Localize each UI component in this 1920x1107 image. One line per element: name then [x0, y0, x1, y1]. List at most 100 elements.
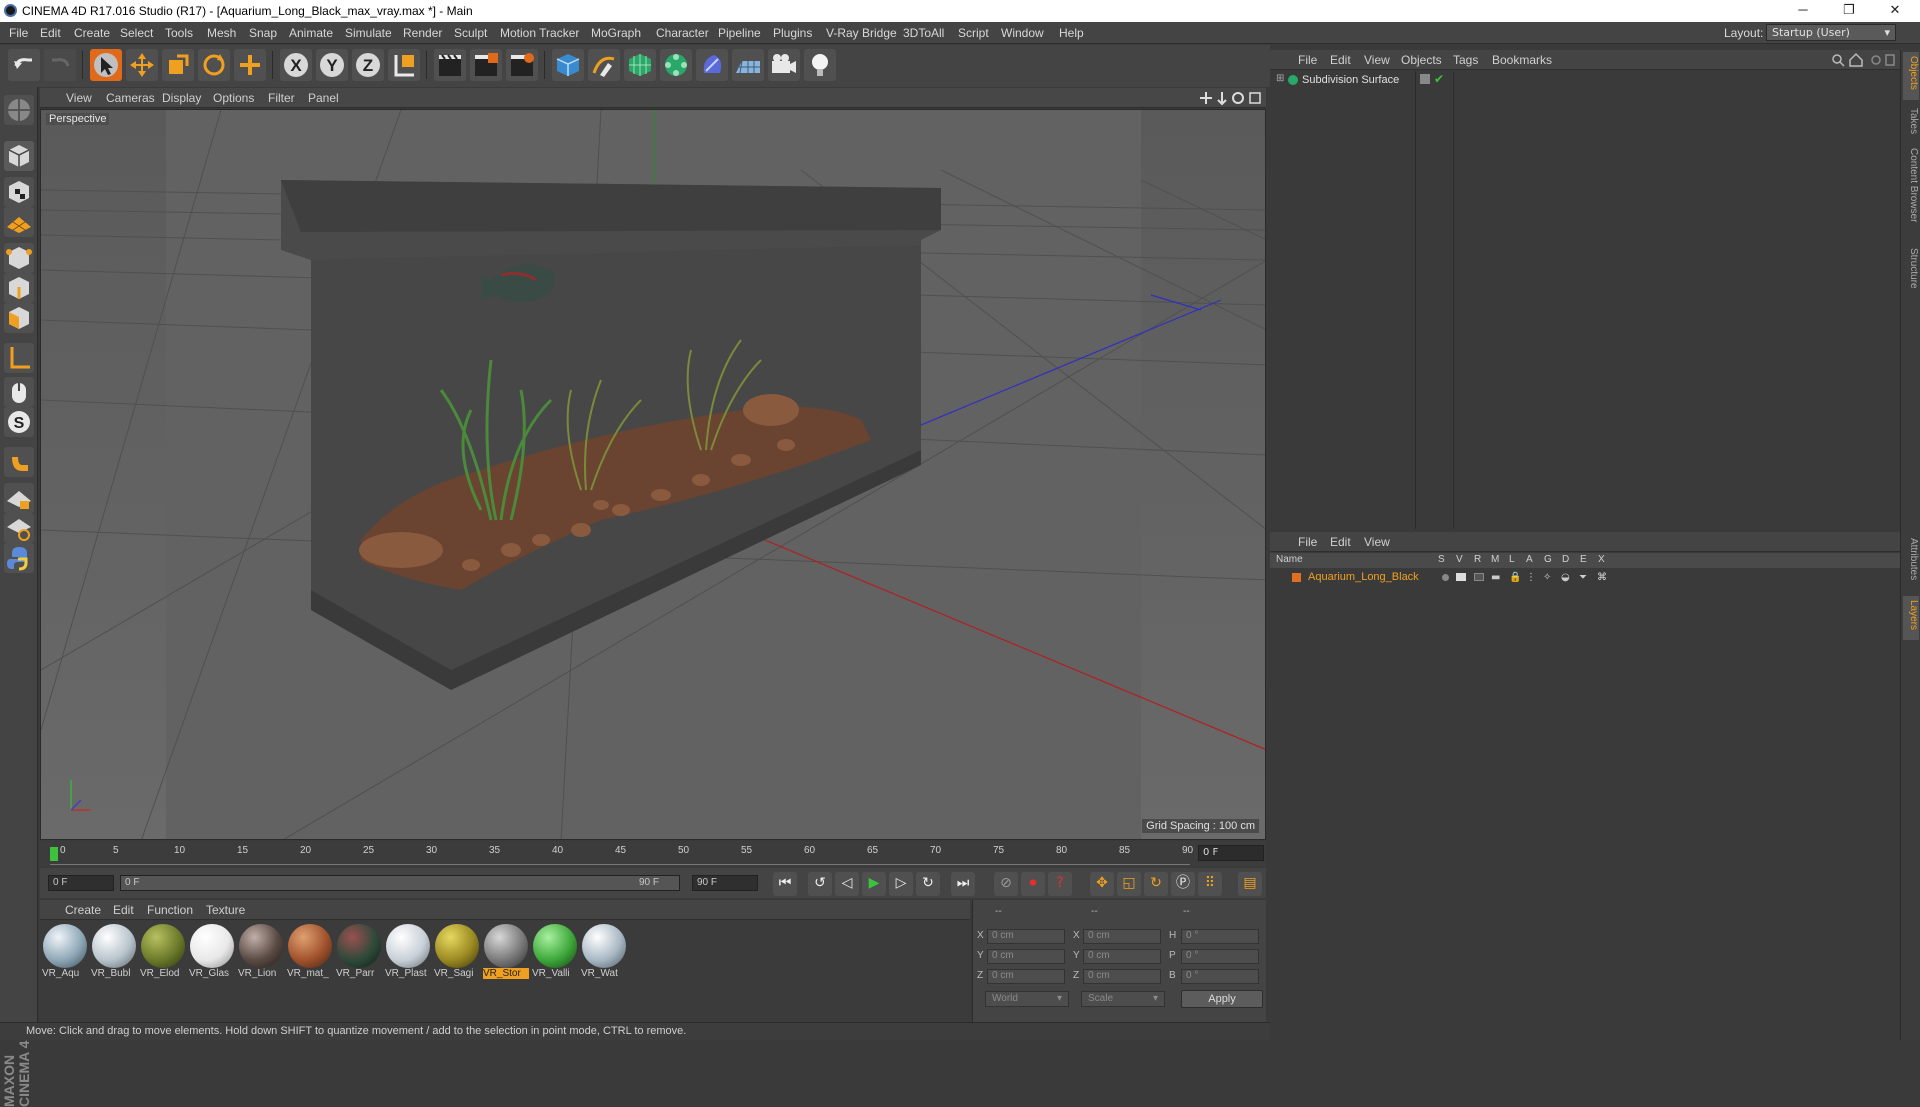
playhead-marker[interactable] [50, 847, 58, 861]
coordinate-system-button[interactable] [388, 49, 420, 81]
key-pla-button[interactable]: ⠿ [1198, 872, 1222, 896]
add-camera-button[interactable] [768, 49, 800, 81]
record-keys-button[interactable]: ⊘ [994, 872, 1018, 896]
om-menu-objects[interactable]: Objects [1401, 53, 1442, 67]
solo-toggle-icon[interactable] [1442, 574, 1449, 581]
play-button[interactable]: ▶ [862, 872, 886, 896]
layer-name[interactable]: Aquarium_Long_Black [1308, 571, 1419, 583]
move-button[interactable] [126, 49, 158, 81]
go-to-end-button[interactable]: ⏭ [951, 872, 975, 896]
render-to-picture-viewer-button[interactable] [470, 49, 502, 81]
material-menu-texture[interactable]: Texture [206, 903, 245, 917]
add-light-button[interactable] [804, 49, 836, 81]
menu-plugins[interactable]: Plugins [773, 26, 812, 40]
model-mode-button[interactable] [4, 141, 34, 171]
render-settings-button[interactable] [506, 49, 538, 81]
menu-snap[interactable]: Snap [249, 26, 277, 40]
add-deformer-button[interactable] [696, 49, 728, 81]
lm-menu-view[interactable]: View [1364, 535, 1390, 549]
tab-layers[interactable]: Layers [1903, 596, 1919, 640]
key-rotation-button[interactable]: ↻ [1144, 872, 1168, 896]
viewport-menu-cameras[interactable]: Cameras [106, 91, 155, 105]
tab-structure[interactable]: Structure [1903, 244, 1919, 300]
position-y-field[interactable]: 0 cm [987, 949, 1065, 964]
viewport-nav-icons[interactable] [1200, 90, 1264, 106]
rotation-p-field[interactable]: 0 ° [1181, 949, 1259, 964]
viewport-menu-options[interactable]: Options [213, 91, 254, 105]
timeline-options-button[interactable]: ▤ [1238, 872, 1262, 896]
menu-mesh[interactable]: Mesh [207, 26, 236, 40]
size-z-field[interactable]: 0 cm [1083, 969, 1161, 984]
size-y-field[interactable]: 0 cm [1083, 949, 1161, 964]
maximize-button[interactable]: ❐ [1826, 0, 1872, 22]
render-toggle-icon[interactable] [1474, 573, 1484, 581]
live-selection-button[interactable] [90, 49, 122, 81]
y-axis-lock-button[interactable]: Y [316, 49, 348, 81]
eye-visibility-icon[interactable] [1456, 573, 1466, 581]
timeline-ruler[interactable]: 0 5 10 15 20 25 30 35 40 45 50 55 60 65 … [40, 841, 1266, 867]
object-row-subdivision-surface[interactable]: ⊞ Subdivision Surface [1272, 73, 1415, 89]
material-menu-edit[interactable]: Edit [113, 903, 134, 917]
go-to-start-button[interactable]: ⏮ [773, 872, 797, 896]
menu-character[interactable]: Character [656, 26, 709, 40]
previous-key-button[interactable]: ↺ [808, 872, 832, 896]
lock-workplane-button[interactable] [4, 483, 34, 513]
menu-tools[interactable]: Tools [165, 26, 193, 40]
magnet-button[interactable] [4, 447, 34, 477]
material-menu-function[interactable]: Function [147, 903, 193, 917]
z-axis-lock-button[interactable]: Z [352, 49, 384, 81]
edges-mode-button[interactable] [4, 273, 34, 303]
polygons-mode-button[interactable] [4, 303, 34, 333]
menu-file[interactable]: File [9, 26, 28, 40]
om-toolbar-icons[interactable] [1830, 52, 1896, 68]
end-frame-field[interactable]: 90 F [692, 875, 758, 891]
rotation-b-field[interactable]: 0 ° [1181, 969, 1259, 984]
position-x-field[interactable]: 0 cm [987, 929, 1065, 944]
generator-toggle-icon[interactable]: ✧ [1543, 572, 1551, 583]
om-menu-edit[interactable]: Edit [1330, 53, 1351, 67]
menu-motion-tracker[interactable]: Motion Tracker [500, 26, 579, 40]
expression-toggle-icon[interactable]: ⏷ [1579, 572, 1587, 583]
enabled-check-icon[interactable]: ✔ [1434, 72, 1444, 86]
previous-frame-button[interactable]: ◁ [835, 872, 859, 896]
menu-3dtoall[interactable]: 3DToAll [903, 26, 944, 40]
menu-window[interactable]: Window [1001, 26, 1044, 40]
key-parameter-button[interactable]: Ⓟ [1171, 872, 1195, 896]
apply-button[interactable]: Apply [1181, 990, 1263, 1008]
om-menu-bookmarks[interactable]: Bookmarks [1492, 53, 1552, 67]
animation-toggle-icon[interactable]: ⋮ [1526, 572, 1536, 583]
material-swatch[interactable]: VR_Sagi [434, 924, 480, 979]
tab-content-browser[interactable]: Content Browser [1903, 144, 1919, 240]
add-floor-button[interactable] [732, 49, 764, 81]
material-swatch[interactable]: VR_Plast [385, 924, 431, 979]
visibility-toggle-icon[interactable] [1420, 74, 1430, 84]
material-swatch[interactable]: VR_Glas [189, 924, 235, 979]
size-mode-dropdown[interactable]: Scale ▾ [1081, 991, 1165, 1007]
menu-edit[interactable]: Edit [40, 26, 61, 40]
start-frame-field[interactable]: 0 F [48, 875, 114, 891]
tab-takes[interactable]: Takes [1903, 104, 1919, 140]
snapping-button[interactable]: S [4, 407, 34, 437]
menu-render[interactable]: Render [403, 26, 442, 40]
auto-keying-button[interactable]: ⏺ [1021, 872, 1045, 896]
key-scale-button[interactable]: ◱ [1117, 872, 1141, 896]
lock-icon[interactable]: 🔒 [1509, 572, 1521, 583]
menu-select[interactable]: Select [120, 26, 153, 40]
position-z-field[interactable]: 0 cm [987, 969, 1065, 984]
menu-mograph[interactable]: MoGraph [591, 26, 641, 40]
next-key-button[interactable]: ↻ [916, 872, 940, 896]
tab-attributes[interactable]: Attributes [1903, 534, 1919, 592]
om-menu-view[interactable]: View [1364, 53, 1390, 67]
menu-pipeline[interactable]: Pipeline [718, 26, 761, 40]
material-swatch-selected[interactable]: VR_Stor [483, 924, 529, 979]
material-swatch[interactable]: VR_mat_ [287, 924, 333, 979]
material-swatch[interactable]: VR_Aqu [42, 924, 88, 979]
material-swatch[interactable]: VR_Bubl [91, 924, 137, 979]
perspective-viewport[interactable]: Perspective Grid Spacing : 100 cm [40, 109, 1266, 840]
recent-tool-button[interactable] [234, 49, 266, 81]
rotation-h-field[interactable]: 0 ° [1181, 929, 1259, 944]
frame-range-slider[interactable]: 0 F 90 F [120, 875, 680, 891]
viewport-menu-display[interactable]: Display [162, 91, 201, 105]
material-menu-create[interactable]: Create [65, 903, 101, 917]
tab-objects[interactable]: Objects [1903, 52, 1919, 100]
